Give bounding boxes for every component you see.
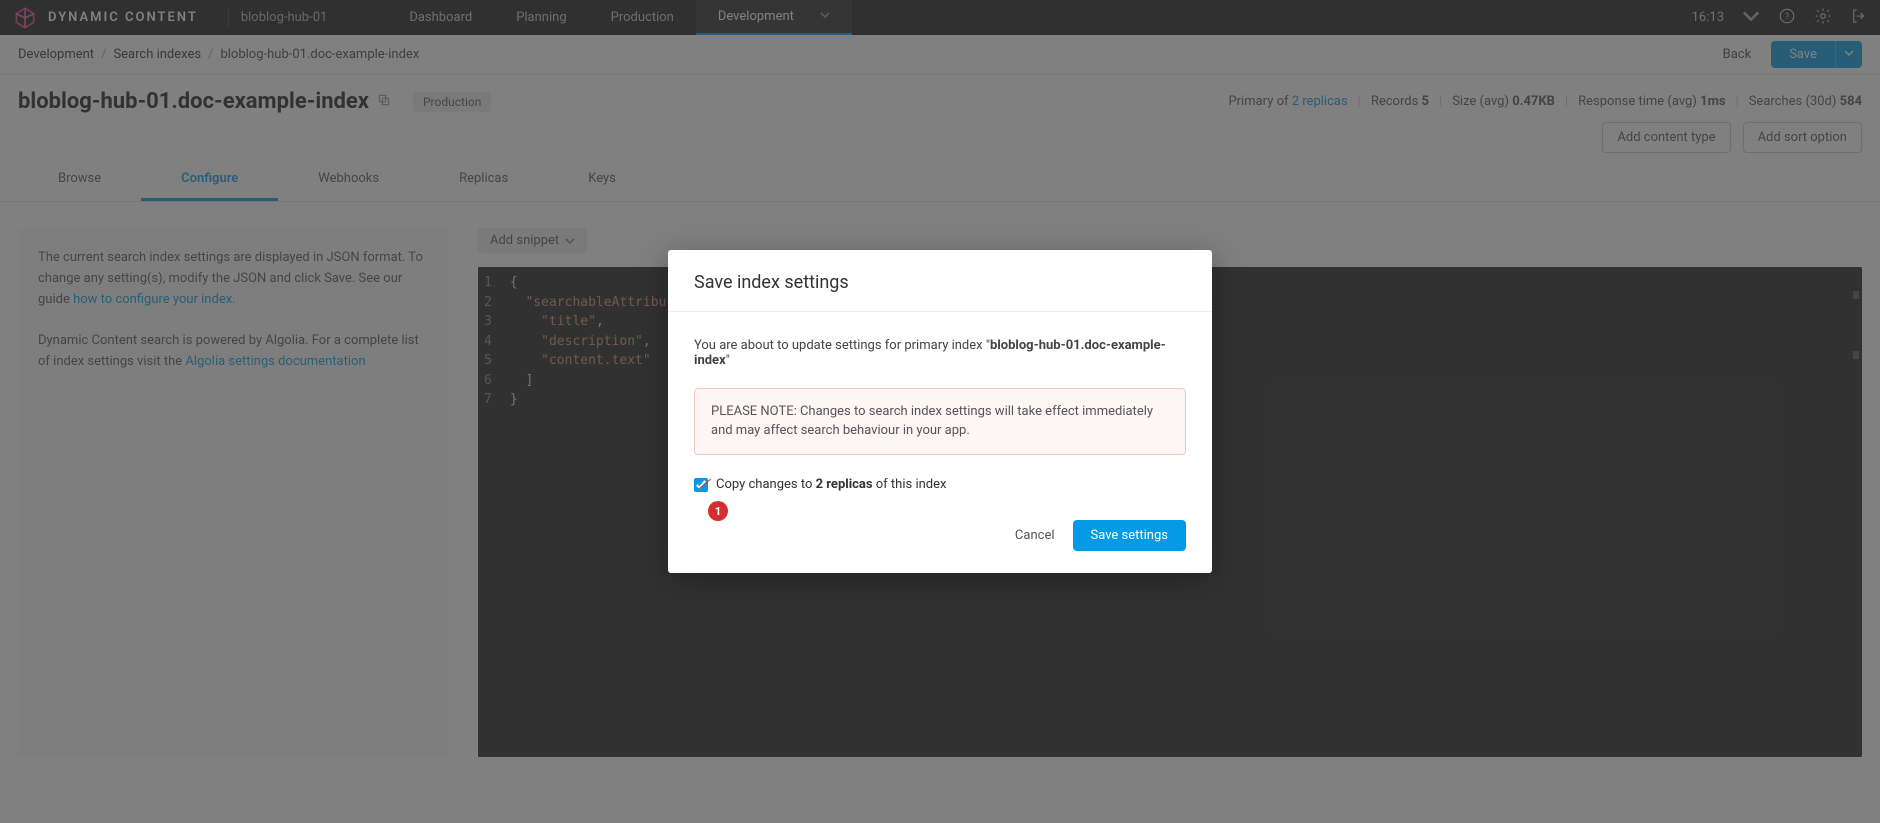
cancel-button[interactable]: Cancel [1015,528,1055,543]
save-settings-button[interactable]: Save settings [1073,520,1187,551]
modal-overlay[interactable]: Save index settings You are about to upd… [0,0,1880,823]
modal-confirm-text: You are about to update settings for pri… [694,338,1186,368]
save-settings-modal: Save index settings You are about to upd… [668,250,1212,574]
copy-replicas-row: Copy changes to 2 replicas of this index… [694,477,1186,492]
modal-warning: PLEASE NOTE: Changes to search index set… [694,388,1186,456]
modal-footer: Cancel Save settings [668,502,1212,573]
copy-replicas-label: Copy changes to 2 replicas of this index [716,477,946,492]
modal-title: Save index settings [668,250,1212,312]
